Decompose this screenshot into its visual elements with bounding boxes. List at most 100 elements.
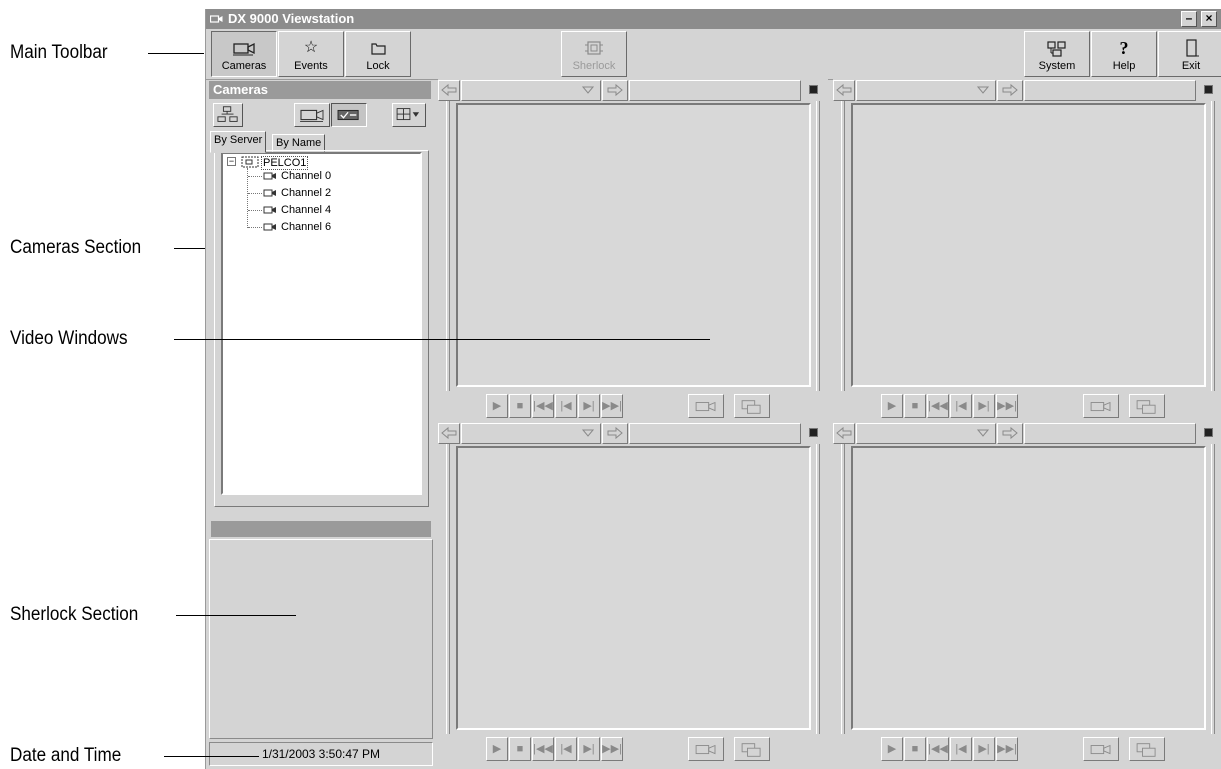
play-button[interactable]: ▶ <box>486 394 508 418</box>
tree-item-channel-6[interactable]: Channel 6 <box>281 221 331 233</box>
camera-control-button[interactable] <box>688 394 724 418</box>
video-info-field <box>1024 80 1196 101</box>
snapshot-button[interactable] <box>734 737 770 761</box>
chevron-down-icon <box>581 429 595 437</box>
camera-select-dropdown[interactable] <box>461 80 601 101</box>
first-frame-button[interactable]: |◀◀ <box>532 737 554 761</box>
video-display[interactable] <box>851 103 1206 387</box>
tree-item-channel-0[interactable]: Channel 0 <box>281 170 331 182</box>
last-frame-button[interactable]: ▶▶| <box>601 394 623 418</box>
tab-by-server[interactable]: By Server <box>210 131 267 153</box>
stop-icon: ■ <box>911 743 919 755</box>
lock-button[interactable]: Lock <box>345 31 411 77</box>
stop-indicator-icon[interactable] <box>1204 428 1213 437</box>
tree-expander[interactable]: − <box>227 157 236 166</box>
tree-item-pelco1[interactable]: PELCO1 <box>261 156 309 170</box>
network-icon <box>1047 41 1066 57</box>
stop-indicator-icon[interactable] <box>809 428 818 437</box>
step-back-button[interactable]: |◀ <box>950 394 972 418</box>
snapshot-button[interactable] <box>1129 394 1165 418</box>
camera-select-dropdown[interactable] <box>856 423 996 444</box>
stop-button[interactable]: ■ <box>509 394 531 418</box>
system-button[interactable]: System <box>1024 31 1090 77</box>
tree-line <box>247 168 248 228</box>
leader-date-time <box>164 756 259 757</box>
step-forward-button[interactable]: ▶| <box>578 737 600 761</box>
snapshot-button[interactable] <box>734 394 770 418</box>
step-forward-icon: ▶| <box>978 743 990 755</box>
forward-button[interactable] <box>602 80 628 101</box>
exit-button[interactable]: Exit <box>1158 31 1221 77</box>
last-frame-button[interactable]: ▶▶| <box>996 394 1018 418</box>
step-back-icon: |◀ <box>955 743 967 755</box>
server-view-button[interactable] <box>213 103 243 127</box>
leader-sherlock-section <box>176 615 296 616</box>
server-tree-icon <box>217 106 238 122</box>
last-frame-button[interactable]: ▶▶| <box>996 737 1018 761</box>
back-button[interactable] <box>438 80 460 101</box>
play-button[interactable]: ▶ <box>486 737 508 761</box>
back-button[interactable] <box>438 423 460 444</box>
events-button[interactable]: ☆ Events <box>278 31 344 77</box>
server-icon <box>241 156 259 168</box>
video-frames-icon <box>741 400 761 414</box>
step-back-button[interactable]: |◀ <box>950 737 972 761</box>
step-forward-button[interactable]: ▶| <box>973 394 995 418</box>
tree-item-channel-4[interactable]: Channel 4 <box>281 204 331 216</box>
camera-control-button[interactable] <box>1083 737 1119 761</box>
cameras-button[interactable]: Cameras <box>211 31 277 77</box>
camera-select-dropdown[interactable] <box>461 423 601 444</box>
stop-button[interactable]: ■ <box>904 394 926 418</box>
leader-video-windows <box>174 339 710 340</box>
step-forward-button[interactable]: ▶| <box>578 394 600 418</box>
camera-icon <box>233 42 255 56</box>
stop-button[interactable]: ■ <box>904 737 926 761</box>
question-icon: ? <box>1119 38 1129 58</box>
back-button[interactable] <box>833 423 855 444</box>
step-back-button[interactable]: |◀ <box>555 737 577 761</box>
forward-button[interactable] <box>602 423 628 444</box>
camera-view-button[interactable] <box>294 103 330 127</box>
video-display[interactable] <box>456 446 811 730</box>
forward-button[interactable] <box>997 80 1023 101</box>
callout-cameras-section: Cameras Section <box>10 237 142 258</box>
step-forward-button[interactable]: ▶| <box>973 737 995 761</box>
help-button[interactable]: ? Help <box>1091 31 1157 77</box>
filmstrip-icon <box>585 41 603 55</box>
camera-icon <box>263 189 276 197</box>
play-button[interactable]: ▶ <box>881 737 903 761</box>
video-display[interactable] <box>851 446 1206 730</box>
stop-button[interactable]: ■ <box>509 737 531 761</box>
video-nav-bar <box>438 79 828 101</box>
callout-video-windows: Video Windows <box>10 328 128 349</box>
snapshot-button[interactable] <box>1129 737 1165 761</box>
play-button[interactable]: ▶ <box>881 394 903 418</box>
camera-icon <box>300 109 324 122</box>
checked-camera-button[interactable] <box>331 103 367 127</box>
first-frame-button[interactable]: |◀◀ <box>532 394 554 418</box>
stop-indicator-icon[interactable] <box>809 85 818 94</box>
camera-icon <box>263 223 276 231</box>
camera-control-button[interactable] <box>688 737 724 761</box>
first-frame-button[interactable]: |◀◀ <box>927 394 949 418</box>
first-frame-button[interactable]: |◀◀ <box>927 737 949 761</box>
help-label: Help <box>1112 60 1136 72</box>
last-frame-button[interactable]: ▶▶| <box>601 737 623 761</box>
camera-select-dropdown[interactable] <box>856 80 996 101</box>
minimize-button[interactable]: – <box>1181 11 1197 27</box>
events-label: Events <box>294 60 328 72</box>
video-display[interactable] <box>456 103 811 387</box>
arrow-left-icon <box>441 83 457 97</box>
video-frame-left <box>841 444 845 734</box>
tree-line <box>248 176 262 177</box>
camera-control-button[interactable] <box>1083 394 1119 418</box>
forward-button[interactable] <box>997 423 1023 444</box>
back-button[interactable] <box>833 80 855 101</box>
stop-indicator-icon[interactable] <box>1204 85 1213 94</box>
close-button[interactable]: × <box>1201 11 1217 27</box>
layout-select-button[interactable] <box>392 103 426 127</box>
tree-item-channel-2[interactable]: Channel 2 <box>281 187 331 199</box>
sherlock-button[interactable]: Sherlock <box>561 31 627 77</box>
playback-controls: ▶ ■ |◀◀ |◀ ▶| ▶▶| <box>438 735 828 765</box>
step-back-button[interactable]: |◀ <box>555 394 577 418</box>
